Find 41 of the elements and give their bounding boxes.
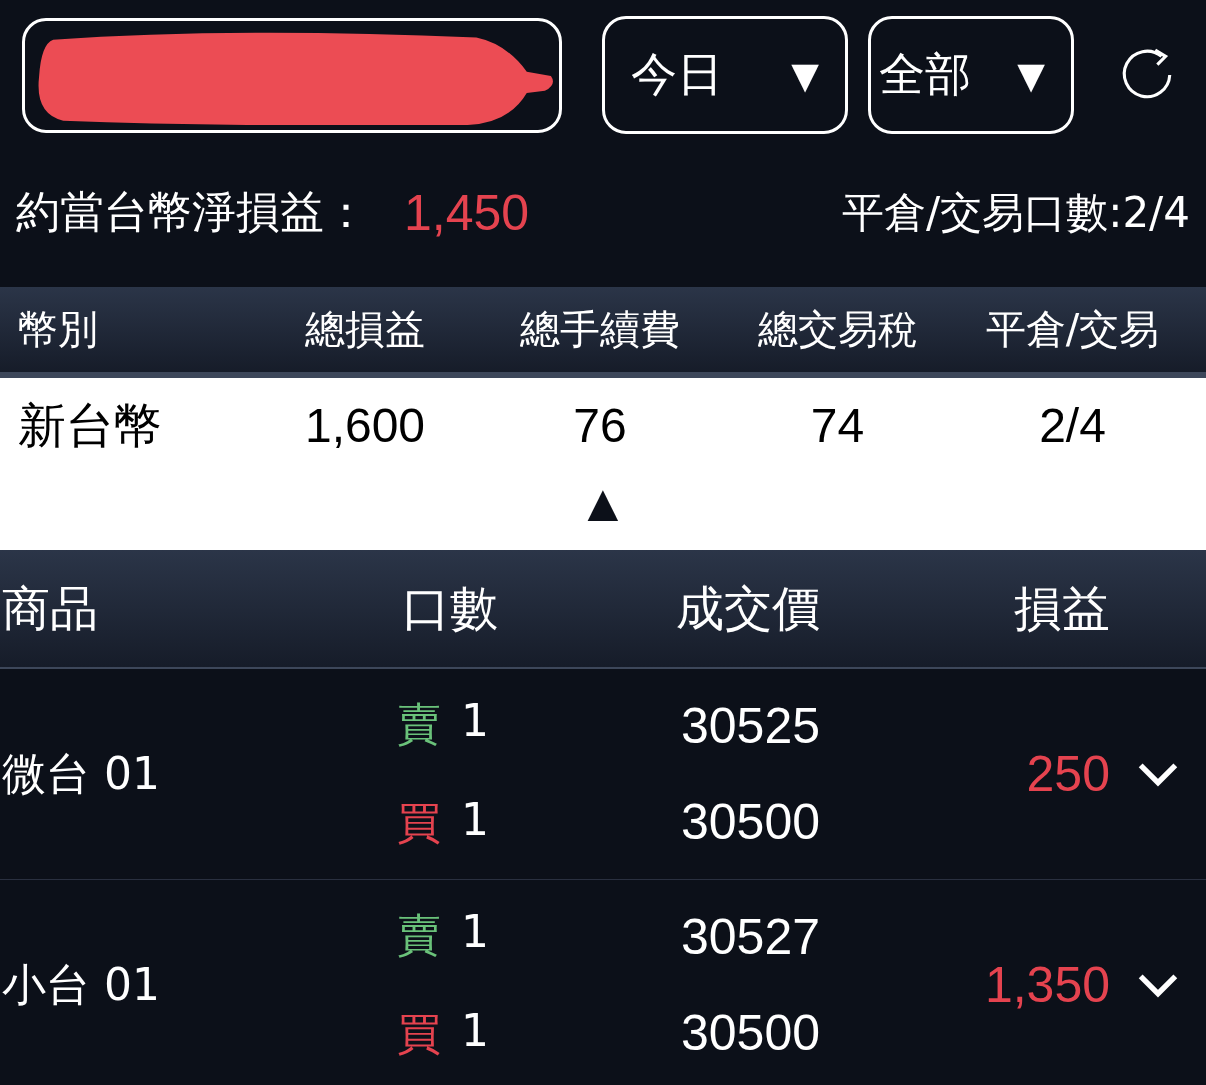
chevron-icon[interactable] (1136, 972, 1180, 998)
pnl-value: 250 (1025, 745, 1110, 803)
filter-dropdown[interactable]: 全部 ▼ (868, 16, 1074, 134)
column-header: 成交價 (675, 578, 820, 638)
trade-price: 30527 (680, 908, 820, 966)
quantity: 1 (461, 906, 489, 959)
account-field[interactable] (22, 17, 562, 133)
column-header: 總損益 (304, 305, 426, 354)
table-cell-text: 74 (809, 398, 866, 453)
net-pnl-value: 1,450 (404, 183, 530, 242)
side-label: 買 (397, 796, 441, 850)
side-label: 賣 (397, 908, 441, 962)
column-header: 口數 (401, 578, 499, 638)
quantity: 1 (461, 695, 489, 748)
pnl-value: 1,350 (983, 956, 1110, 1014)
column-header: 幣別 (18, 305, 99, 354)
collapse-button[interactable]: ▲ (587, 479, 619, 525)
side-label: 賣 (397, 697, 441, 751)
column-header: 總手續費 (519, 305, 681, 354)
column-header: 平倉/交易 (984, 305, 1161, 354)
summary-label: 約當台幣淨損益： (16, 185, 368, 239)
quantity: 1 (461, 1005, 489, 1058)
side-label: 買 (397, 1007, 441, 1061)
trade-row[interactable]: 微台 01 賣 1 買 1 30525 30500 250 (0, 669, 1206, 880)
quantity: 1 (461, 794, 489, 847)
trade-price: 30500 (680, 793, 820, 851)
column-header: 總交易稅 (756, 305, 919, 354)
product-name: 小台 01 (2, 957, 161, 1012)
trade-price: 30500 (680, 1004, 820, 1062)
product-name: 微台 01 (2, 746, 161, 801)
table-cell-text: 76 (572, 398, 628, 453)
filter-dropdown[interactable]: 今日 ▼ (602, 16, 848, 134)
column-header: 損益 (1013, 578, 1110, 638)
closed-trades-count: 平倉/交易口數:2/4 (842, 186, 1190, 239)
table-cell-text: 1,600 (303, 398, 427, 453)
chevron-icon[interactable] (1136, 761, 1180, 787)
table-cell-text: 2/4 (1038, 398, 1107, 453)
trade-price: 30525 (680, 697, 820, 755)
table-cell-text: 新台幣 (18, 397, 163, 454)
column-header: 商品 (2, 578, 99, 638)
trade-row[interactable]: 小台 01 賣 1 買 1 30527 30500 1,350 (0, 880, 1206, 1085)
